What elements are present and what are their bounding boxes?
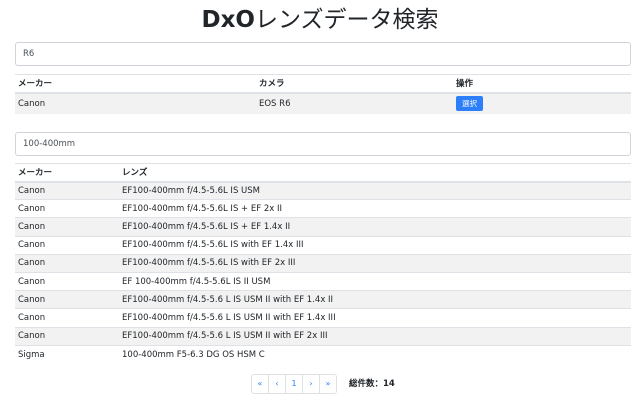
title-brand: DxO (201, 7, 255, 33)
cell-maker: Canon (15, 199, 119, 218)
lens-table: メーカー レンズ Canon EF100-400mm f/4.5-5.6L IS … (15, 163, 631, 364)
cell-lens: EF100-400mm f/4.5-5.6L IS with EF 1.4x I… (119, 235, 631, 255)
pagination: « ‹ 1 › » (251, 374, 337, 394)
cell-lens: 100-400mm F5-6.3 DG OS HSM C (119, 344, 631, 364)
column-header-action: 操作 (453, 74, 631, 94)
table-row: Canon EF100-400mm f/4.5-5.6 L IS USM II w… (15, 290, 631, 309)
lens-table-header: メーカー レンズ (15, 163, 631, 183)
table-row: Canon EF100-400mm f/4.5-5.6L IS + EF 1.4x… (15, 217, 631, 237)
cell-lens: EF100-400mm f/4.5-5.6 L IS USM II with E… (119, 290, 631, 309)
select-button[interactable]: 選択 (456, 96, 483, 111)
pagination-page-1[interactable]: 1 (285, 374, 303, 394)
column-header-lens: レンズ (119, 163, 631, 183)
lens-search-input[interactable] (15, 132, 631, 156)
title-text: レンズデータ検索 (254, 7, 439, 33)
camera-search-input[interactable] (15, 42, 631, 66)
cell-lens: EF100-400mm f/4.5-5.6 L IS USM II with E… (119, 308, 631, 327)
cell-lens: EF100-400mm f/4.5-5.6L IS + EF 2x II (119, 199, 631, 218)
page-title: DxOレンズデータ検索 (0, 4, 640, 36)
table-row: Canon EF100-400mm f/4.5-5.6L IS + EF 2x I… (15, 199, 631, 218)
cell-maker: Canon (15, 180, 119, 200)
cell-lens: EF 100-400mm f/4.5-5.6L IS II USM (119, 271, 631, 291)
column-header-camera: カメラ (256, 74, 453, 94)
table-row: Canon EF 100-400mm f/4.5-5.6L IS II USM (15, 271, 631, 291)
table-row: Canon EF100-400mm f/4.5-5.6L IS with EF 1… (15, 235, 631, 255)
cell-maker: Sigma (15, 344, 119, 364)
pagination-last-button[interactable]: » (319, 374, 337, 394)
column-header-maker: メーカー (15, 74, 256, 94)
cell-maker: Canon (15, 271, 119, 291)
pagination-prev-button[interactable]: ‹ (268, 374, 286, 394)
cell-maker: Canon (15, 308, 119, 327)
cell-camera: EOS R6 (256, 92, 453, 114)
table-row: Sigma 100-400mm F5-6.3 DG OS HSM C (15, 344, 631, 364)
cell-maker: Canon (15, 235, 119, 255)
column-header-maker: メーカー (15, 163, 119, 183)
cell-action: 選択 (453, 92, 631, 114)
cell-maker: Canon (15, 217, 119, 237)
cell-maker: Canon (15, 290, 119, 309)
total-count: 総件数：14 (349, 379, 395, 389)
camera-table: メーカー カメラ 操作 Canon EOS R6 選択 (15, 74, 631, 114)
camera-table-header: メーカー カメラ 操作 (15, 74, 631, 94)
pagination-first-button[interactable]: « (251, 374, 269, 394)
cell-lens: EF100-400mm f/4.5-5.6L IS USM (119, 180, 631, 200)
cell-lens: EF100-400mm f/4.5-5.6 L IS USM II with E… (119, 326, 631, 346)
table-row: Canon EF100-400mm f/4.5-5.6L IS with EF 2… (15, 253, 631, 273)
table-row: Canon EF100-400mm f/4.5-5.6 L IS USM II w… (15, 308, 631, 327)
cell-lens: EF100-400mm f/4.5-5.6L IS with EF 2x III (119, 253, 631, 273)
cell-maker: Canon (15, 92, 256, 114)
table-row: Canon EOS R6 選択 (15, 92, 631, 114)
cell-lens: EF100-400mm f/4.5-5.6L IS + EF 1.4x II (119, 217, 631, 237)
cell-maker: Canon (15, 253, 119, 273)
table-row: Canon EF100-400mm f/4.5-5.6L IS USM (15, 180, 631, 200)
pagination-next-button[interactable]: › (302, 374, 320, 394)
cell-maker: Canon (15, 326, 119, 346)
table-row: Canon EF100-400mm f/4.5-5.6 L IS USM II w… (15, 326, 631, 346)
